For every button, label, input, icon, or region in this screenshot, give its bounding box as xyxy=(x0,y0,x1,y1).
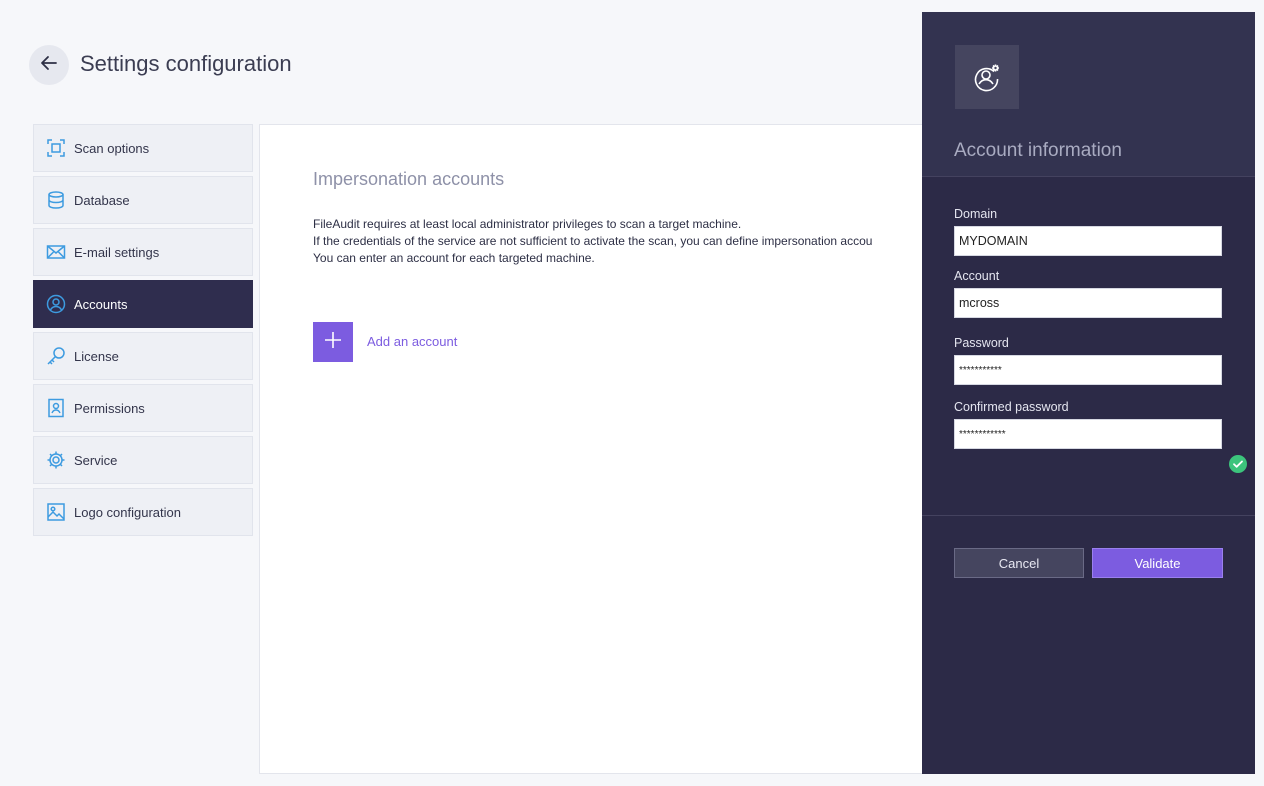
account-information-drawer: Account information Domain Account Passw… xyxy=(922,12,1255,774)
sidebar-item-label: Service xyxy=(74,452,118,468)
back-button[interactable] xyxy=(29,45,69,85)
database-icon xyxy=(46,190,66,210)
drawer-title: Account information xyxy=(954,140,1122,161)
gear-icon xyxy=(46,450,66,470)
account-label: Account xyxy=(954,269,1000,283)
password-label: Password xyxy=(954,336,1009,350)
password-field[interactable] xyxy=(954,355,1222,385)
sidebar-item-permissions[interactable]: Permissions xyxy=(33,384,253,432)
check-circle-icon xyxy=(1229,455,1247,478)
description-line: You can enter an account for each target… xyxy=(313,251,595,265)
sidebar-item-scan-options[interactable]: Scan options xyxy=(33,124,253,172)
sidebar-item-label: Logo configuration xyxy=(74,504,181,520)
confirmed-password-label: Confirmed password xyxy=(954,400,1069,414)
sidebar-item-label: Permissions xyxy=(74,400,145,416)
account-field[interactable] xyxy=(954,288,1222,318)
sidebar-item-label: Scan options xyxy=(74,140,150,156)
user-circle-icon xyxy=(46,294,66,314)
cancel-button[interactable]: Cancel xyxy=(954,548,1084,578)
arrow-left-icon xyxy=(39,53,59,78)
sidebar-item-accounts[interactable]: Accounts xyxy=(33,280,253,328)
sidebar-item-database[interactable]: Database xyxy=(33,176,253,224)
domain-label: Domain xyxy=(954,207,998,221)
scan-icon xyxy=(46,138,66,158)
confirmed-password-field[interactable] xyxy=(954,419,1222,449)
account-form: Domain Account Password Confirmed passwo… xyxy=(954,207,1254,473)
description-line: If the credentials of the service are no… xyxy=(313,234,873,248)
badge-icon xyxy=(46,398,66,418)
sidebar-item-label: Accounts xyxy=(74,296,128,312)
drawer-header: Account information xyxy=(922,12,1255,177)
validate-button[interactable]: Validate xyxy=(1092,548,1223,578)
image-icon xyxy=(46,502,66,522)
section-title: Impersonation accounts xyxy=(313,169,505,189)
domain-field[interactable] xyxy=(954,226,1222,256)
page-title: Settings configuration xyxy=(80,51,292,76)
sidebar-item-license[interactable]: License xyxy=(33,332,253,380)
drawer-divider xyxy=(922,515,1255,516)
key-icon xyxy=(46,346,66,366)
description: FileAudit requires at least local admini… xyxy=(313,216,953,267)
sidebar-item-service[interactable]: Service xyxy=(33,436,253,484)
accounts-panel: Impersonation accounts FileAudit require… xyxy=(259,124,959,774)
sidebar-item-label: E-mail settings xyxy=(74,244,160,260)
add-account-button[interactable] xyxy=(313,322,353,362)
settings-sidebar: Scan options Database E-mail settings Ac… xyxy=(33,124,253,540)
envelope-icon xyxy=(46,242,66,262)
sidebar-item-logo-configuration[interactable]: Logo configuration xyxy=(33,488,253,536)
sidebar-item-label: Database xyxy=(74,192,130,208)
add-account-link[interactable]: Add an account xyxy=(367,334,457,349)
sidebar-item-email-settings[interactable]: E-mail settings xyxy=(33,228,253,276)
plus-icon xyxy=(323,330,343,355)
sidebar-item-label: License xyxy=(74,348,119,364)
user-gear-icon xyxy=(955,45,1019,109)
description-line: FileAudit requires at least local admini… xyxy=(313,217,742,231)
